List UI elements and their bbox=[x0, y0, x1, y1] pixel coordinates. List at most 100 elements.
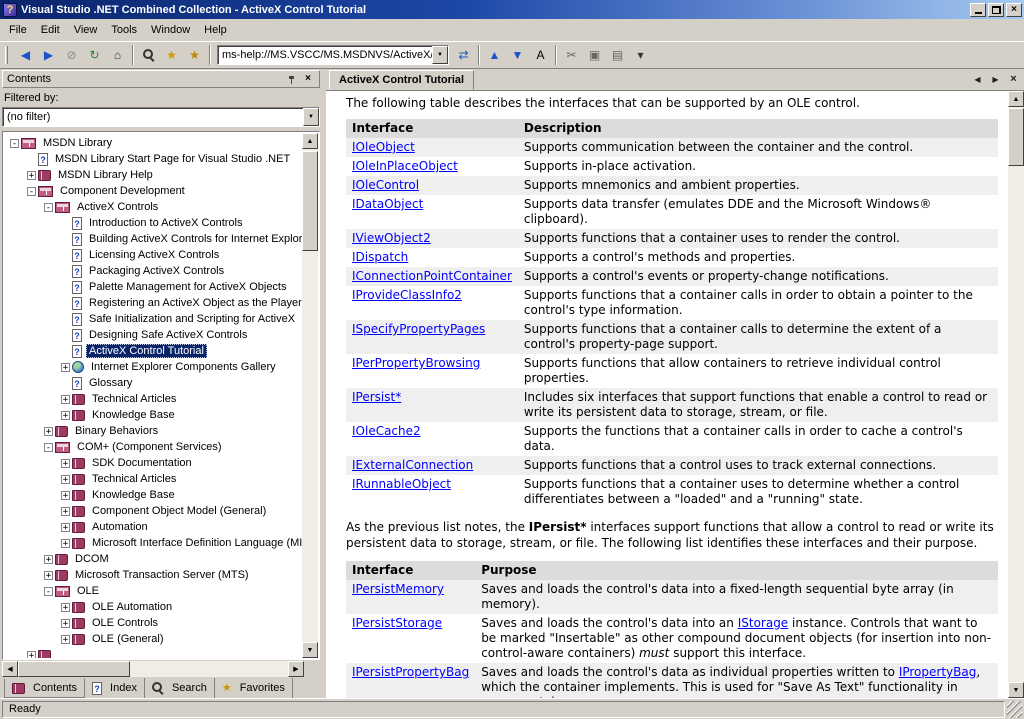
tree-item[interactable]: + Component Object Model (General) bbox=[4, 503, 302, 519]
expand-icon[interactable]: + bbox=[42, 554, 55, 564]
expand-icon[interactable]: + bbox=[25, 650, 38, 658]
expand-icon[interactable]: + bbox=[59, 410, 72, 420]
home-button[interactable]: ⌂ bbox=[106, 44, 129, 66]
panel-close-button[interactable]: × bbox=[301, 73, 315, 86]
resize-grip[interactable] bbox=[1007, 700, 1022, 718]
tree-item[interactable]: - OLE bbox=[4, 583, 302, 599]
interface-link[interactable]: IRunnableObject bbox=[352, 477, 451, 491]
scroll-down-button[interactable]: ▼ bbox=[1008, 682, 1024, 698]
document-vertical-scrollbar[interactable]: ▲ ▼ bbox=[1008, 91, 1024, 698]
interface-link[interactable]: IExternalConnection bbox=[352, 458, 473, 472]
scroll-right-button[interactable]: ▶ bbox=[288, 661, 304, 677]
scroll-up-button[interactable]: ▲ bbox=[302, 133, 318, 149]
collapse-icon[interactable]: - bbox=[8, 138, 21, 148]
scrollbar-track[interactable] bbox=[18, 661, 288, 677]
previous-topic-button[interactable]: ▲ bbox=[483, 44, 506, 66]
collapse-icon[interactable]: - bbox=[25, 186, 38, 196]
tree-item[interactable]: + Knowledge Base bbox=[4, 487, 302, 503]
address-value[interactable]: ms-help://MS.VSCC/MS.MSDNVS/ActiveX/w bbox=[218, 46, 432, 64]
tree-item[interactable]: + Microsoft Interface Definition Language… bbox=[4, 535, 302, 551]
tree-item[interactable]: ? ActiveX Control Tutorial bbox=[4, 343, 302, 359]
tab-search[interactable]: Search bbox=[145, 678, 215, 698]
interface-link[interactable]: IConnectionPointContainer bbox=[352, 269, 512, 283]
expand-icon[interactable]: + bbox=[59, 634, 72, 644]
paste-button[interactable]: ▤ bbox=[606, 44, 629, 66]
collapse-icon[interactable]: - bbox=[42, 586, 55, 596]
scrollbar-thumb[interactable] bbox=[302, 151, 318, 251]
next-topic-button[interactable]: ▼ bbox=[506, 44, 529, 66]
favorites-button[interactable]: ★ bbox=[183, 44, 206, 66]
interface-link[interactable]: IViewObject2 bbox=[352, 231, 431, 245]
expand-icon[interactable]: + bbox=[59, 490, 72, 500]
forward-button[interactable]: ▶ bbox=[37, 44, 60, 66]
expand-icon[interactable]: + bbox=[59, 602, 72, 612]
tree-item[interactable]: + SDK Documentation bbox=[4, 455, 302, 471]
close-button[interactable]: × bbox=[1006, 2, 1022, 17]
tab-index[interactable]: ? Index bbox=[85, 678, 145, 698]
interface-link[interactable]: ISpecifyPropertyPages bbox=[352, 322, 485, 336]
expand-icon[interactable]: + bbox=[42, 426, 55, 436]
interface-link[interactable]: IOleControl bbox=[352, 178, 419, 192]
cut-button[interactable]: ✂ bbox=[560, 44, 583, 66]
tree-item[interactable]: ? Introduction to ActiveX Controls bbox=[4, 215, 302, 231]
interface-link[interactable]: IDispatch bbox=[352, 250, 408, 264]
tree-item[interactable]: + Binary Behaviors bbox=[4, 423, 302, 439]
tab-favorites[interactable]: ★ Favorites bbox=[215, 678, 293, 698]
scroll-tabs-right-button[interactable]: ▶ bbox=[988, 72, 1003, 86]
filter-combo[interactable]: (no filter) ▼ bbox=[2, 107, 320, 127]
tree-item[interactable]: ? Registering an ActiveX Object as the Pl… bbox=[4, 295, 302, 311]
font-button[interactable]: A bbox=[529, 44, 552, 66]
tree-item[interactable]: + bbox=[4, 647, 302, 658]
close-document-button[interactable]: × bbox=[1006, 72, 1021, 86]
expand-icon[interactable]: + bbox=[59, 458, 72, 468]
address-dropdown-button[interactable]: ▼ bbox=[432, 46, 448, 64]
tab-contents[interactable]: Contents bbox=[4, 678, 86, 698]
restore-button[interactable] bbox=[988, 2, 1004, 17]
menu-file[interactable]: File bbox=[2, 21, 34, 40]
interface-link[interactable]: IPersistMemory bbox=[352, 582, 444, 596]
tree-item[interactable]: + OLE Controls bbox=[4, 615, 302, 631]
menu-edit[interactable]: Edit bbox=[34, 21, 67, 40]
menu-tools[interactable]: Tools bbox=[104, 21, 144, 40]
search-button[interactable] bbox=[137, 44, 160, 66]
scroll-down-button[interactable]: ▼ bbox=[302, 642, 318, 658]
scroll-left-button[interactable]: ◀ bbox=[2, 661, 18, 677]
tree-item[interactable]: ? MSDN Library Start Page for Visual Stud… bbox=[4, 151, 302, 167]
tree-item[interactable]: - Component Development bbox=[4, 183, 302, 199]
interface-link[interactable]: IOleInPlaceObject bbox=[352, 159, 458, 173]
expand-icon[interactable]: + bbox=[42, 570, 55, 580]
interface-link[interactable]: IProvideClassInfo2 bbox=[352, 288, 462, 302]
minimize-button[interactable] bbox=[970, 2, 986, 17]
interface-link[interactable]: IPersistPropertyBag bbox=[352, 665, 469, 679]
scrollbar-thumb[interactable] bbox=[1008, 108, 1024, 166]
address-combo[interactable]: ms-help://MS.VSCC/MS.MSDNVS/ActiveX/w ▼ bbox=[217, 45, 449, 65]
tree-item[interactable]: ? Glossary bbox=[4, 375, 302, 391]
tree-item[interactable]: + Knowledge Base bbox=[4, 407, 302, 423]
tree-item[interactable]: ? Building ActiveX Controls for Internet … bbox=[4, 231, 302, 247]
interface-link[interactable]: IPerPropertyBrowsing bbox=[352, 356, 480, 370]
tree-item[interactable]: ? Designing Safe ActiveX Controls bbox=[4, 327, 302, 343]
tree-item[interactable]: + MSDN Library Help bbox=[4, 167, 302, 183]
collapse-icon[interactable]: - bbox=[42, 442, 55, 452]
scroll-up-button[interactable]: ▲ bbox=[1008, 91, 1024, 107]
tree-item[interactable]: + Technical Articles bbox=[4, 391, 302, 407]
tree-horizontal-scrollbar[interactable]: ◀ ▶ bbox=[2, 661, 320, 677]
tree-item[interactable]: - COM+ (Component Services) bbox=[4, 439, 302, 455]
tree-item[interactable]: + DCOM bbox=[4, 551, 302, 567]
interface-link[interactable]: IPersistStorage bbox=[352, 616, 442, 630]
filter-dropdown-button[interactable]: ▼ bbox=[303, 108, 319, 126]
tree-item[interactable]: + Technical Articles bbox=[4, 471, 302, 487]
expand-icon[interactable]: + bbox=[59, 618, 72, 628]
refresh-button[interactable]: ↻ bbox=[83, 44, 106, 66]
auto-hide-pin-button[interactable] bbox=[284, 73, 298, 86]
collapse-icon[interactable]: - bbox=[42, 202, 55, 212]
tree-item[interactable]: ? Packaging ActiveX Controls bbox=[4, 263, 302, 279]
filter-value[interactable]: (no filter) bbox=[3, 108, 303, 126]
sync-toc-button[interactable]: ⇄ bbox=[452, 44, 475, 66]
expand-icon[interactable]: + bbox=[25, 170, 38, 180]
menu-view[interactable]: View bbox=[67, 21, 105, 40]
tree-item[interactable]: + Internet Explorer Components Gallery bbox=[4, 359, 302, 375]
expand-icon[interactable]: + bbox=[59, 506, 72, 516]
tree-item[interactable]: + OLE (General) bbox=[4, 631, 302, 647]
interface-link[interactable]: IDataObject bbox=[352, 197, 423, 211]
